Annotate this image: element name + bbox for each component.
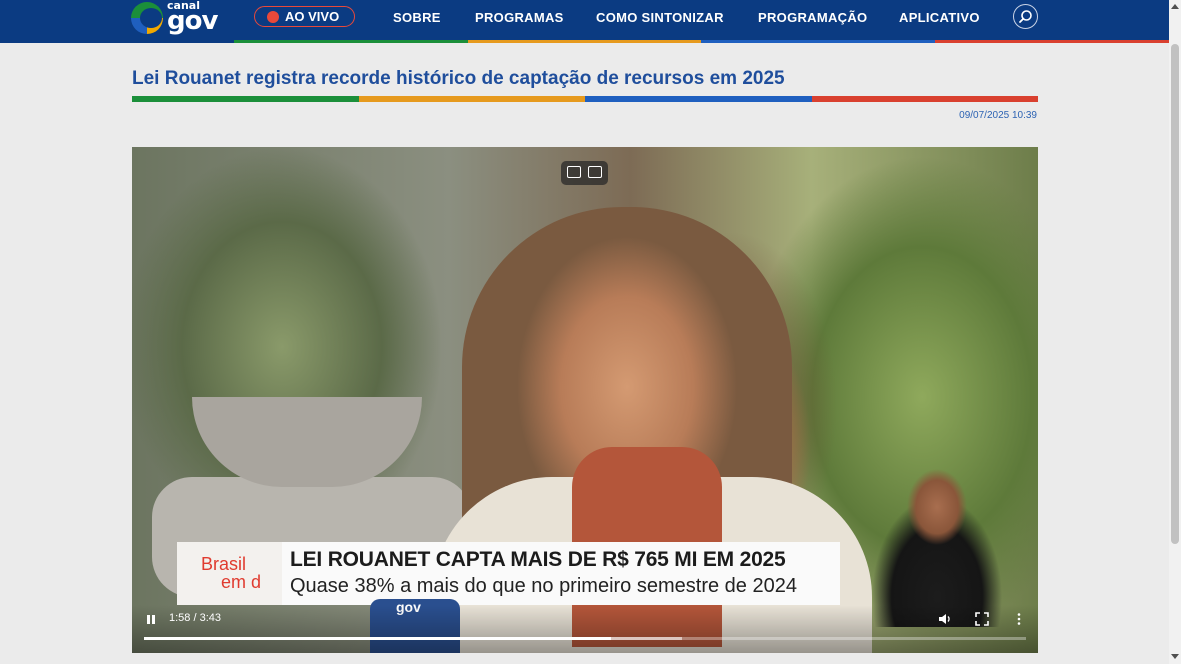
canal-gov-logo[interactable]: canal gov — [131, 0, 218, 36]
scroll-up-arrow-icon[interactable] — [1171, 4, 1179, 9]
volume-icon[interactable] — [938, 612, 952, 626]
lower-third-subtitle: Quase 38% a mais do que no primeiro seme… — [290, 575, 797, 597]
live-button-label: AO VIVO — [285, 9, 340, 24]
article-date: 09/07/2025 10:39 — [959, 110, 1037, 121]
nav-item-como-sintonizar[interactable]: COMO SINTONIZAR — [596, 0, 724, 34]
video-overlay-buttons — [561, 161, 608, 185]
video-time: 1:58 / 3:43 — [169, 612, 221, 624]
nav-color-stripe — [0, 40, 1169, 43]
video-frame-pot — [192, 397, 422, 487]
nav-item-programas[interactable]: PROGRAMAS — [475, 0, 564, 34]
live-button[interactable]: AO VIVO — [254, 6, 355, 27]
scroll-down-arrow-icon[interactable] — [1171, 654, 1179, 659]
sign-language-interpreter — [872, 467, 1002, 627]
logo-text: canal gov — [167, 0, 218, 36]
canal-gov-logo-mark — [131, 2, 163, 34]
lower-third-title: LEI ROUANET CAPTA MAIS DE R$ 765 MI EM 2… — [290, 548, 786, 571]
nav-item-programacao[interactable]: PROGRAMAÇÃO — [758, 0, 867, 34]
nav-item-aplicativo[interactable]: APLICATIVO — [899, 0, 980, 34]
scrollbar-thumb[interactable] — [1171, 44, 1179, 544]
more-options-icon[interactable] — [1012, 612, 1026, 626]
article-title: Lei Rouanet registra recorde histórico d… — [132, 68, 785, 89]
news-lower-third: Brasil em d LEI ROUANET CAPTA MAIS DE R$… — [177, 542, 840, 605]
video-player[interactable]: Brasil em d LEI ROUANET CAPTA MAIS DE R$… — [132, 147, 1038, 653]
search-button[interactable] — [1013, 4, 1038, 29]
program-badge-line2: em d — [221, 571, 262, 592]
mini-player-icon[interactable] — [588, 166, 602, 178]
logo-text-big: gov — [167, 6, 218, 36]
program-badge-logo: Brasil em d — [177, 542, 282, 605]
nav-item-sobre[interactable]: SOBRE — [393, 0, 441, 34]
program-badge-line1: Brasil — [201, 554, 247, 575]
video-progress-bar[interactable] — [144, 637, 1026, 640]
pause-icon[interactable] — [145, 613, 159, 627]
picture-in-picture-icon[interactable] — [567, 166, 581, 178]
video-controls: 1:58 / 3:43 — [132, 605, 1038, 653]
live-dot-icon — [267, 10, 279, 23]
search-icon — [1019, 10, 1032, 23]
fullscreen-icon[interactable] — [975, 612, 989, 626]
top-navigation-bar: canal gov AO VIVO SOBRE PROGRAMAS COMO S… — [0, 0, 1169, 42]
page-scrollbar[interactable] — [1169, 0, 1181, 664]
video-progress-fill — [144, 637, 611, 640]
title-color-bar — [132, 96, 1038, 102]
